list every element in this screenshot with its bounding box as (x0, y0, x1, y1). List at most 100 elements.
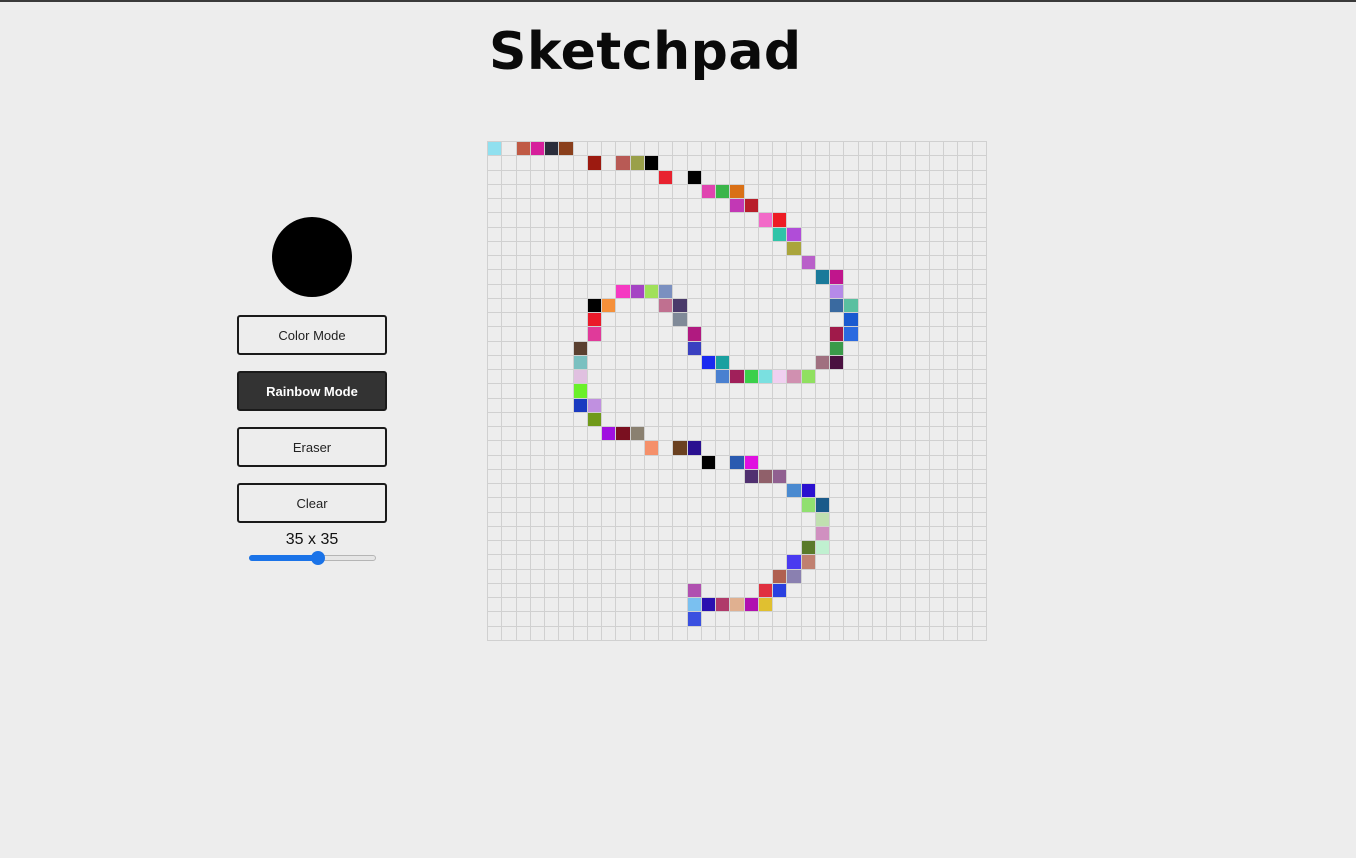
grid-cell[interactable] (659, 555, 674, 570)
grid-cell[interactable] (659, 227, 674, 242)
grid-cell[interactable] (545, 441, 560, 456)
grid-cell[interactable] (730, 156, 745, 171)
grid-cell[interactable] (887, 626, 902, 641)
grid-cell[interactable] (488, 370, 503, 385)
grid-cell[interactable] (801, 313, 816, 328)
grid-cell[interactable] (644, 341, 660, 356)
grid-cell[interactable] (545, 270, 560, 285)
grid-cell[interactable] (958, 555, 973, 570)
grid-cell[interactable] (972, 412, 987, 428)
grid-cell[interactable] (844, 170, 859, 185)
grid-cell[interactable] (801, 484, 816, 499)
grid-cell[interactable] (545, 327, 560, 342)
grid-cell[interactable] (644, 156, 660, 171)
grid-cell[interactable] (929, 327, 945, 342)
grid-cell[interactable] (545, 484, 560, 499)
grid-cell[interactable] (858, 284, 873, 299)
grid-cell[interactable] (844, 455, 859, 470)
grid-cell[interactable] (573, 370, 588, 385)
grid-cell[interactable] (901, 384, 916, 399)
grid-cell[interactable] (502, 313, 517, 328)
grid-cell[interactable] (901, 555, 916, 570)
grid-cell[interactable] (687, 227, 702, 242)
grid-cell[interactable] (901, 241, 916, 257)
grid-cell[interactable] (872, 541, 888, 556)
grid-cell[interactable] (644, 512, 660, 527)
grid-cell[interactable] (815, 284, 831, 299)
grid-cell[interactable] (502, 512, 517, 527)
grid-cell[interactable] (573, 184, 588, 200)
grid-cell[interactable] (701, 398, 717, 413)
grid-cell[interactable] (630, 284, 645, 299)
grid-cell[interactable] (545, 384, 560, 399)
grid-cell[interactable] (844, 327, 859, 342)
grid-cell[interactable] (630, 626, 645, 641)
grid-cell[interactable] (559, 441, 574, 456)
grid-cell[interactable] (673, 598, 688, 613)
grid-cell[interactable] (872, 512, 888, 527)
grid-cell[interactable] (901, 612, 916, 627)
grid-cell[interactable] (787, 583, 802, 599)
grid-cell[interactable] (744, 555, 759, 570)
grid-cell[interactable] (701, 227, 717, 242)
grid-cell[interactable] (516, 469, 531, 485)
grid-cell[interactable] (673, 156, 688, 171)
grid-cell[interactable] (545, 341, 560, 356)
grid-cell[interactable] (887, 256, 902, 271)
grid-cell[interactable] (858, 512, 873, 527)
grid-cell[interactable] (972, 384, 987, 399)
grid-cell[interactable] (858, 427, 873, 442)
grid-cell[interactable] (944, 341, 959, 356)
grid-cell[interactable] (545, 469, 560, 485)
grid-cell[interactable] (858, 598, 873, 613)
grid-cell[interactable] (744, 583, 759, 599)
grid-cell[interactable] (815, 270, 831, 285)
grid-cell[interactable] (488, 184, 503, 200)
grid-cell[interactable] (616, 327, 631, 342)
grid-cell[interactable] (559, 427, 574, 442)
grid-cell[interactable] (630, 341, 645, 356)
grid-cell[interactable] (929, 156, 945, 171)
grid-cell[interactable] (488, 313, 503, 328)
grid-cell[interactable] (858, 227, 873, 242)
grid-cell[interactable] (915, 583, 930, 599)
grid-cell[interactable] (830, 384, 845, 399)
grid-cell[interactable] (887, 199, 902, 214)
grid-cell[interactable] (644, 142, 660, 157)
grid-cell[interactable] (716, 626, 731, 641)
grid-cell[interactable] (773, 526, 788, 542)
grid-cell[interactable] (944, 541, 959, 556)
grid-cell[interactable] (815, 626, 831, 641)
grid-cell[interactable] (830, 341, 845, 356)
grid-cell[interactable] (516, 341, 531, 356)
grid-cell[interactable] (844, 270, 859, 285)
grid-cell[interactable] (644, 384, 660, 399)
grid-cell[interactable] (915, 412, 930, 428)
grid-cell[interactable] (730, 241, 745, 257)
grid-cell[interactable] (830, 170, 845, 185)
grid-cell[interactable] (630, 455, 645, 470)
grid-cell[interactable] (773, 313, 788, 328)
grid-cell[interactable] (901, 526, 916, 542)
grid-cell[interactable] (630, 313, 645, 328)
grid-cell[interactable] (587, 184, 603, 200)
grid-cell[interactable] (758, 355, 774, 371)
grid-cell[interactable] (972, 270, 987, 285)
grid-cell[interactable] (530, 170, 546, 185)
grid-cell[interactable] (944, 227, 959, 242)
grid-cell[interactable] (502, 412, 517, 428)
grid-cell[interactable] (944, 484, 959, 499)
grid-cell[interactable] (944, 398, 959, 413)
grid-cell[interactable] (530, 341, 546, 356)
grid-cell[interactable] (787, 256, 802, 271)
grid-cell[interactable] (559, 227, 574, 242)
grid-cell[interactable] (530, 284, 546, 299)
grid-cell[interactable] (516, 541, 531, 556)
grid-cell[interactable] (630, 469, 645, 485)
grid-cell[interactable] (516, 612, 531, 627)
grid-cell[interactable] (773, 241, 788, 257)
grid-cell[interactable] (944, 384, 959, 399)
grid-cell[interactable] (730, 612, 745, 627)
grid-cell[interactable] (687, 270, 702, 285)
grid-cell[interactable] (773, 583, 788, 599)
